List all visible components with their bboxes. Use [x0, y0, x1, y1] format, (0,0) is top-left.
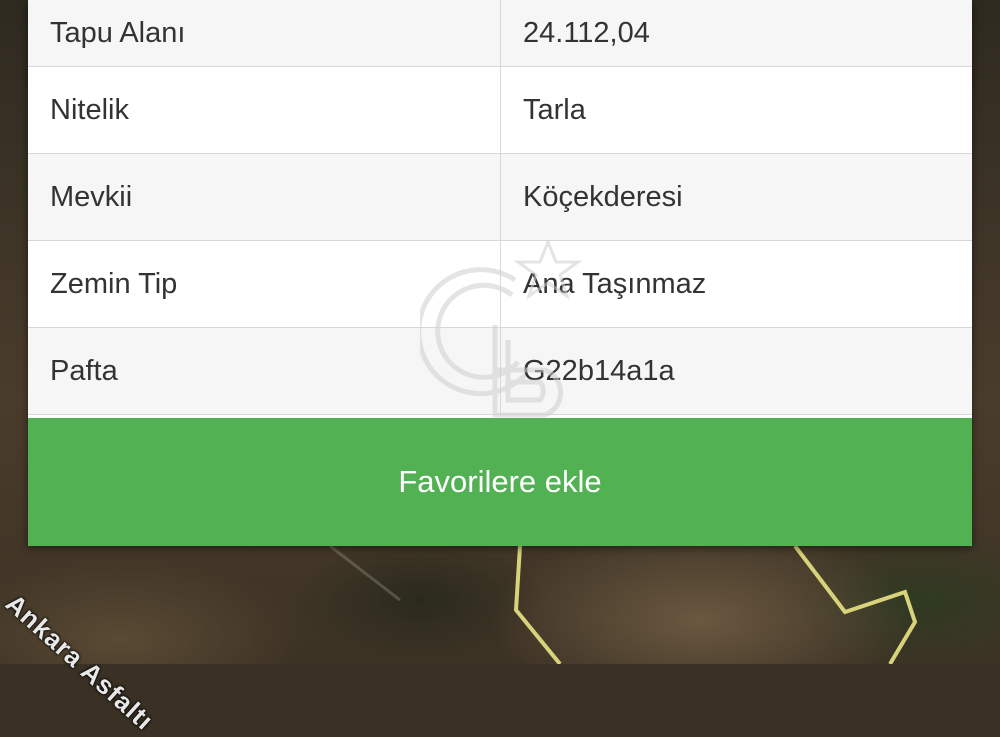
row-label: Zemin Tip [28, 240, 501, 328]
add-to-favorites-button[interactable]: Favorilere ekle [28, 418, 972, 546]
parcel-details-table: Tapu Alanı 24.112,04 Nitelik Tarla Mevki… [28, 0, 972, 415]
row-value: Ana Taşınmaz [500, 240, 972, 328]
row-value: Tarla [500, 66, 972, 154]
table-row: Mevkii Köçekderesi [28, 153, 972, 241]
table-row: Tapu Alanı 24.112,04 [28, 0, 972, 67]
row-label: Mevkii [28, 153, 501, 241]
row-label: Pafta [28, 327, 501, 415]
table-row: Pafta G22b14a1a [28, 327, 972, 415]
row-label: Nitelik [28, 66, 501, 154]
row-label: Tapu Alanı [28, 0, 501, 67]
row-value: Köçekderesi [500, 153, 972, 241]
parcel-info-panel: Tapu Alanı 24.112,04 Nitelik Tarla Mevki… [28, 0, 972, 546]
row-value: G22b14a1a [500, 327, 972, 415]
table-row: Zemin Tip Ana Taşınmaz [28, 240, 972, 328]
table-row: Nitelik Tarla [28, 66, 972, 154]
row-value: 24.112,04 [500, 0, 972, 67]
